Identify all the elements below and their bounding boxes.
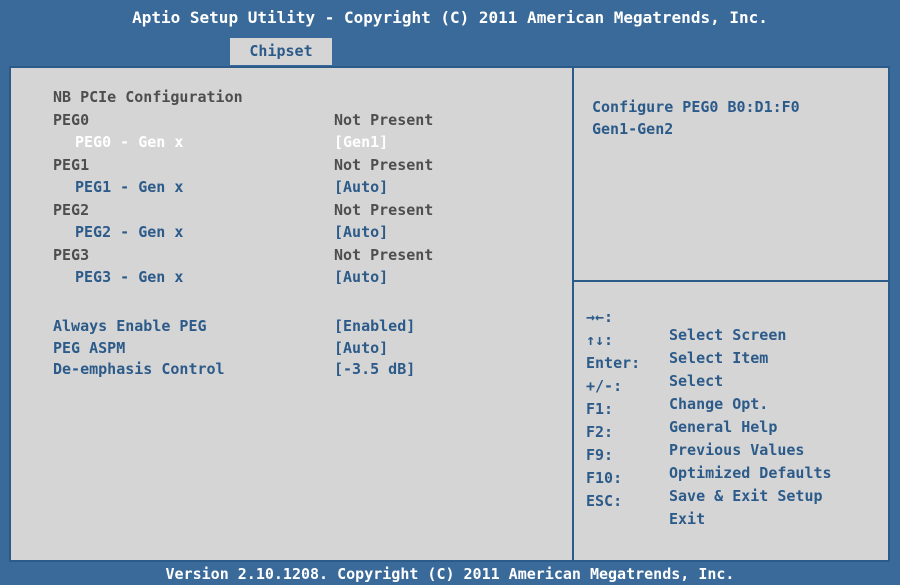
main-frame: NB PCIe Configuration PEG0 Not Present P… <box>9 66 890 562</box>
peg3-gen-label[interactable]: PEG3 - Gen x <box>75 268 183 286</box>
key-legend-esc: ESC: Exit <box>586 474 705 546</box>
peg1-status: Not Present <box>334 156 434 174</box>
deemphasis-control-value[interactable]: [-3.5 dB] <box>334 360 415 378</box>
deemphasis-control-label[interactable]: De-emphasis Control <box>53 360 225 378</box>
header-bar: Aptio Setup Utility - Copyright (C) 2011… <box>0 0 900 66</box>
version-text: Version 2.10.1208. Copyright (C) 2011 Am… <box>165 565 735 583</box>
peg3-label: PEG3 <box>53 246 90 264</box>
key-desc: Select Screen <box>669 326 787 344</box>
key-desc: Previous Values <box>669 441 805 459</box>
key-desc: Select <box>669 372 724 390</box>
help-panel: Configure PEG0 B0:D1:F0 Gen1-Gen2 →←: Se… <box>574 68 888 560</box>
item-help-box: Configure PEG0 B0:D1:F0 Gen1-Gen2 <box>574 68 888 282</box>
key-desc: Save & Exit Setup <box>669 487 823 505</box>
bios-screen: Aptio Setup Utility - Copyright (C) 2011… <box>0 0 900 585</box>
app-title: Aptio Setup Utility - Copyright (C) 2011… <box>132 8 768 27</box>
key-desc: Exit <box>669 510 706 528</box>
peg3-status: Not Present <box>334 246 434 264</box>
section-title: NB PCIe Configuration <box>53 88 243 106</box>
peg1-gen-label[interactable]: PEG1 - Gen x <box>75 178 183 196</box>
peg2-gen-value[interactable]: [Auto] <box>334 223 388 241</box>
peg0-status: Not Present <box>334 111 434 129</box>
peg3-gen-value[interactable]: [Auto] <box>334 268 388 286</box>
settings-panel: NB PCIe Configuration PEG0 Not Present P… <box>11 68 574 560</box>
tab-chipset[interactable]: Chipset <box>230 38 332 65</box>
peg1-gen-value[interactable]: [Auto] <box>334 178 388 196</box>
peg0-label: PEG0 <box>53 111 90 129</box>
peg2-label: PEG2 <box>53 201 90 219</box>
peg1-label: PEG1 <box>53 156 90 174</box>
key-desc: Select Item <box>669 349 769 367</box>
help-text-line1: Configure PEG0 B0:D1:F0 <box>592 98 800 116</box>
peg0-gen-value[interactable]: [Gen1] <box>334 133 388 151</box>
peg0-gen-label[interactable]: PEG0 - Gen x <box>75 133 183 151</box>
help-text-line2: Gen1-Gen2 <box>592 120 674 138</box>
peg2-gen-label[interactable]: PEG2 - Gen x <box>75 223 183 241</box>
key-label: ESC: <box>586 492 623 510</box>
always-enable-peg-value[interactable]: [Enabled] <box>334 317 415 335</box>
peg2-status: Not Present <box>334 201 434 219</box>
footer-bar: Version 2.10.1208. Copyright (C) 2011 Am… <box>0 562 900 585</box>
key-desc: Change Opt. <box>669 395 769 413</box>
peg-aspm-value[interactable]: [Auto] <box>334 339 388 357</box>
peg-aspm-label[interactable]: PEG ASPM <box>53 339 125 357</box>
key-desc: General Help <box>669 418 778 436</box>
always-enable-peg-label[interactable]: Always Enable PEG <box>53 317 207 335</box>
key-desc: Optimized Defaults <box>669 464 832 482</box>
